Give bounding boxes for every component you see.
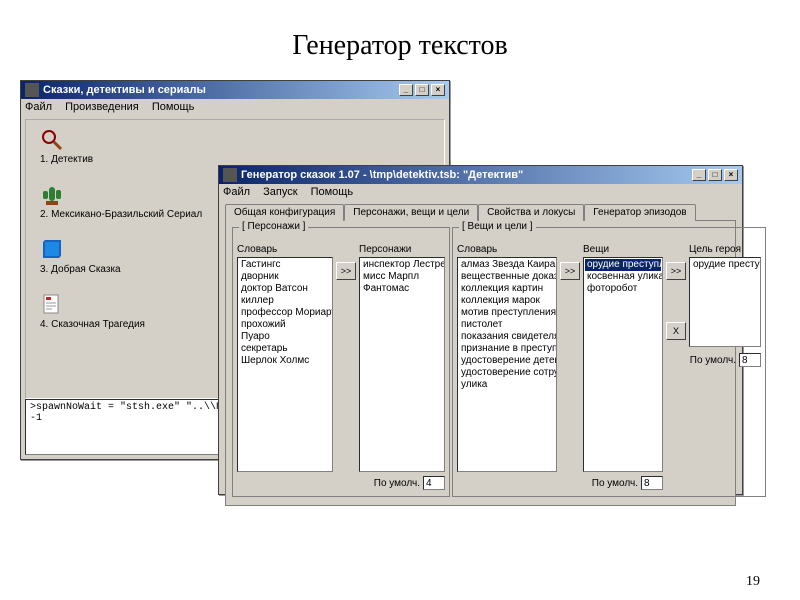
menubar-stories[interactable]: Файл Произведения Помощь <box>21 99 449 115</box>
window-title: Сказки, детективы и сериалы <box>43 84 206 96</box>
input-char-default[interactable] <box>423 476 445 490</box>
add-goal-button[interactable]: >> <box>666 262 686 280</box>
list-item[interactable]: дворник <box>239 271 331 283</box>
menubar-generator[interactable]: Файл Запуск Помощь <box>219 184 742 200</box>
magnifier-icon <box>40 128 64 152</box>
close-button[interactable]: × <box>724 169 738 181</box>
item-label: 3. Добрая Сказка <box>40 264 121 275</box>
titlebar-generator[interactable]: Генератор сказок 1.07 - \tmp\detektiv.ts… <box>219 166 742 184</box>
listbox-things[interactable]: орудие преступления косвенная улика фото… <box>583 257 663 472</box>
list-item[interactable]: коллекция марок <box>459 295 555 307</box>
list-item[interactable]: коллекция картин <box>459 283 555 295</box>
menu-works[interactable]: Произведения <box>65 101 139 113</box>
listbox-things-dictionary[interactable]: алмаз Звезда Каира вещественные доказа к… <box>457 257 557 472</box>
list-item[interactable]: признание в преступле <box>459 343 555 355</box>
app-icon <box>223 168 237 182</box>
input-things-default[interactable] <box>641 476 663 490</box>
label-default: По умолч. <box>592 478 638 489</box>
menu-help[interactable]: Помощь <box>311 186 354 198</box>
add-char-button[interactable]: >> <box>336 262 356 280</box>
tab-characters-things-goals[interactable]: Персонажи, вещи и цели <box>344 204 478 221</box>
item-label: 2. Мексикано-Бразильский Сериал <box>40 209 202 220</box>
document-icon <box>40 293 64 317</box>
tab-properties-loci[interactable]: Свойства и локусы <box>478 204 584 221</box>
tabpanel: [ Персонажи ] Словарь Гастингс дворник д… <box>225 220 736 506</box>
list-item[interactable]: мисс Марпл <box>361 271 443 283</box>
page-number: 19 <box>746 574 760 590</box>
group-caption: [ Вещи и цели ] <box>459 221 536 232</box>
maximize-button[interactable]: □ <box>708 169 722 181</box>
list-item[interactable]: орудие преступления <box>691 259 759 271</box>
list-item[interactable]: прохожий <box>239 319 331 331</box>
list-item[interactable]: секретарь <box>239 343 331 355</box>
list-item[interactable]: удостоверение сотрудн <box>459 367 555 379</box>
add-thing-button[interactable]: >> <box>560 262 580 280</box>
list-item[interactable]: фоторобот <box>585 283 661 295</box>
list-item[interactable]: алмаз Звезда Каира <box>459 259 555 271</box>
tabstrip: Общая конфигурация Персонажи, вещи и цел… <box>225 204 736 221</box>
group-characters: [ Персонажи ] Словарь Гастингс дворник д… <box>232 227 450 497</box>
maximize-button[interactable]: □ <box>415 84 429 96</box>
list-item[interactable]: Шерлок Холмс <box>239 355 331 367</box>
list-item[interactable]: пистолет <box>459 319 555 331</box>
list-item[interactable]: улика <box>459 379 555 391</box>
item-detective[interactable]: 1. Детектив <box>40 128 430 165</box>
window-generator: Генератор сказок 1.07 - \tmp\detektiv.ts… <box>218 165 743 495</box>
cactus-icon <box>40 183 64 207</box>
list-item[interactable]: мотив преступления <box>459 307 555 319</box>
list-item[interactable]: профессор Мориарти <box>239 307 331 319</box>
remove-goal-button[interactable]: X <box>666 322 686 340</box>
group-caption: [ Персонажи ] <box>239 221 308 232</box>
book-icon <box>40 238 64 262</box>
close-button[interactable]: × <box>431 84 445 96</box>
input-goal-default[interactable] <box>739 353 761 367</box>
list-item[interactable]: показания свидетеля <box>459 331 555 343</box>
tab-general-config[interactable]: Общая конфигурация <box>225 204 344 221</box>
menu-file[interactable]: Файл <box>223 186 250 198</box>
titlebar-stories[interactable]: Сказки, детективы и сериалы _ □ × <box>21 81 449 99</box>
menu-run[interactable]: Запуск <box>263 186 297 198</box>
label-things: Вещи <box>583 244 663 255</box>
app-icon <box>25 83 39 97</box>
list-item[interactable]: косвенная улика <box>585 271 661 283</box>
item-label: 4. Сказочная Трагедия <box>40 319 145 330</box>
list-item[interactable]: орудие преступления <box>585 259 661 271</box>
list-item[interactable]: удостоверение детекти <box>459 355 555 367</box>
window-title: Генератор сказок 1.07 - \tmp\detektiv.ts… <box>241 169 523 181</box>
label-default: По умолч. <box>374 478 420 489</box>
label-characters: Персонажи <box>359 244 445 255</box>
menu-help[interactable]: Помощь <box>152 101 195 113</box>
label-hero-goal: Цель героя <box>689 244 761 255</box>
label-dictionary: Словарь <box>457 244 557 255</box>
group-things-goals: [ Вещи и цели ] Словарь алмаз Звезда Каи… <box>452 227 766 497</box>
minimize-button[interactable]: _ <box>692 169 706 181</box>
list-item[interactable]: Гастингс <box>239 259 331 271</box>
minimize-button[interactable]: _ <box>399 84 413 96</box>
label-default: По умолч. <box>690 355 736 366</box>
list-item[interactable]: доктор Ватсон <box>239 283 331 295</box>
tab-episode-generator[interactable]: Генератор эпизодов <box>584 204 695 221</box>
item-label: 1. Детектив <box>40 154 93 165</box>
list-item[interactable]: инспектор Лестрейд <box>361 259 443 271</box>
listbox-char-dictionary[interactable]: Гастингс дворник доктор Ватсон киллер пр… <box>237 257 333 472</box>
listbox-hero-goal[interactable]: орудие преступления <box>689 257 761 347</box>
list-item[interactable]: киллер <box>239 295 331 307</box>
list-item[interactable]: Пуаро <box>239 331 331 343</box>
label-dictionary: Словарь <box>237 244 333 255</box>
list-item[interactable]: Фантомас <box>361 283 443 295</box>
listbox-characters[interactable]: инспектор Лестрейд мисс Марпл Фантомас <box>359 257 445 472</box>
menu-file[interactable]: Файл <box>25 101 52 113</box>
slide-title: Генератор текстов <box>0 30 800 62</box>
list-item[interactable]: вещественные доказа <box>459 271 555 283</box>
